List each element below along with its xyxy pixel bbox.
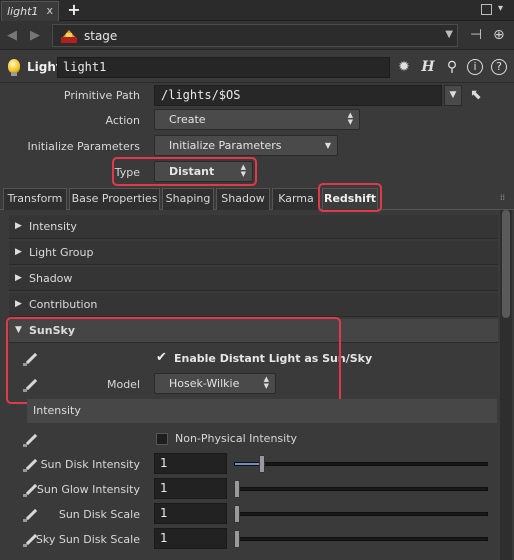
- primitive-path-menu-button[interactable]: ▼: [444, 85, 462, 106]
- intensity-subheader: Intensity: [27, 399, 497, 423]
- tab-shaping[interactable]: Shaping: [162, 188, 214, 210]
- primitive-path-label: Primitive Path: [63, 89, 140, 102]
- non-physical-label: Non-Physical Intensity: [175, 432, 298, 445]
- slider-label: Sun Disk Intensity: [40, 458, 140, 471]
- slider-track[interactable]: [234, 487, 488, 491]
- light-bulb-icon: [8, 59, 20, 76]
- folder-shadow[interactable]: ▶ Shadow: [9, 267, 498, 291]
- enable-sunsky-label: Enable Distant Light as Sun/Sky: [174, 352, 373, 365]
- tab-redshift[interactable]: Redshift: [322, 188, 378, 210]
- expand-icon: ▶: [15, 299, 22, 309]
- gear-icon[interactable]: ✹: [394, 57, 414, 77]
- network-path-field[interactable]: stage ▼: [52, 24, 458, 47]
- tab-karma[interactable]: Karma: [272, 188, 320, 210]
- folder-sunsky[interactable]: ▼ SunSky: [9, 319, 498, 343]
- pin-icon[interactable]: ⊣: [470, 27, 482, 43]
- updown-icon: ▲ ▼: [240, 163, 246, 178]
- chevron-down-icon: ▼: [324, 141, 331, 150]
- non-physical-checkbox[interactable]: [156, 433, 168, 445]
- slider-label: Sun Glow Intensity: [36, 483, 140, 496]
- scrollbar[interactable]: [500, 210, 512, 560]
- tab-light1[interactable]: light1 x: [1, 1, 59, 21]
- expand-icon: ▶: [15, 247, 22, 257]
- init-params-label: Initialize Parameters: [27, 140, 141, 153]
- init-params-value: Initialize Parameters: [169, 139, 282, 152]
- property-tabs: Transform Base Properties Shaping Shadow…: [0, 187, 514, 210]
- expand-icon: ▶: [15, 273, 22, 283]
- slider-track[interactable]: [234, 537, 488, 541]
- path-bar: ◀ ▶ stage ▼ ⊣ ⊕: [0, 21, 514, 50]
- tab-base-properties[interactable]: Base Properties: [69, 188, 160, 210]
- pencil-icon[interactable]: [22, 432, 40, 448]
- slider-value-field[interactable]: 1: [154, 478, 227, 499]
- slider-handle[interactable]: [234, 505, 240, 523]
- add-tab-button[interactable]: +: [66, 1, 82, 19]
- slider-value-field[interactable]: 1: [154, 453, 227, 474]
- path-context-label: stage: [84, 28, 118, 43]
- grip-icon[interactable]: ⁞⁞: [500, 193, 505, 202]
- updown-icon: ▲ ▼: [347, 111, 353, 126]
- collapse-icon: ▼: [15, 325, 22, 335]
- slider-label: Sun Disk Scale: [58, 508, 140, 521]
- back-arrow-icon[interactable]: ◀: [7, 28, 17, 43]
- help-icon[interactable]: ?: [491, 59, 507, 75]
- init-params-dropdown[interactable]: Initialize Parameters ▼: [154, 135, 338, 156]
- folder-intensity[interactable]: ▶ Intensity: [9, 215, 498, 239]
- divider: [0, 82, 514, 83]
- node-header: Light light1 ✹ H ⚲ i ?: [0, 56, 514, 80]
- folder-light-group[interactable]: ▶ Light Group: [9, 241, 498, 265]
- folder-label: Light Group: [29, 246, 94, 259]
- node-name-field[interactable]: light1: [57, 57, 390, 78]
- action-label: Action: [105, 114, 140, 127]
- action-value: Create: [169, 113, 206, 126]
- type-label: Type: [114, 166, 140, 179]
- close-tab-icon[interactable]: x: [46, 4, 53, 17]
- expand-icon: ▶: [15, 221, 22, 231]
- slider-track[interactable]: [234, 462, 488, 466]
- stage-icon: [60, 28, 78, 44]
- primitive-path-field[interactable]: /lights/$OS: [154, 85, 442, 106]
- slider-handle[interactable]: [234, 480, 240, 498]
- tab-transform[interactable]: Transform: [3, 188, 67, 210]
- path-dropdown-icon[interactable]: ▼: [445, 29, 453, 40]
- tab-shadow[interactable]: Shadow: [216, 188, 270, 210]
- type-dropdown[interactable]: Distant ▲ ▼: [154, 161, 253, 182]
- folder-contribution[interactable]: ▶ Contribution: [9, 293, 498, 317]
- enable-sunsky-checkbox[interactable]: ✔: [156, 350, 167, 365]
- slider-value-field[interactable]: 1: [154, 528, 227, 549]
- select-arrow-icon[interactable]: ⬉: [470, 87, 482, 103]
- model-label: Model: [106, 378, 140, 391]
- model-dropdown[interactable]: Hosek-Wilkie ▲ ▼: [154, 373, 276, 394]
- tab-label: light1: [7, 5, 39, 18]
- info-icon[interactable]: i: [467, 59, 483, 75]
- slider-handle[interactable]: [259, 455, 266, 473]
- window-tab-bar: light1 x + ▾: [0, 0, 514, 21]
- slider-label: Sky Sun Disk Scale: [35, 533, 140, 546]
- type-value: Distant: [169, 165, 215, 178]
- maximize-icon[interactable]: [481, 4, 492, 15]
- scrollbar-thumb[interactable]: [502, 210, 510, 318]
- folder-label: SunSky: [29, 324, 75, 337]
- slider-fill: [235, 463, 261, 465]
- slider-track[interactable]: [234, 512, 488, 516]
- forward-arrow-icon[interactable]: ▶: [30, 28, 40, 43]
- search-icon[interactable]: ⚲: [442, 57, 462, 77]
- folder-label: Intensity: [29, 220, 77, 233]
- slider-handle[interactable]: [234, 530, 240, 548]
- folder-label: Contribution: [29, 298, 98, 311]
- link-icon[interactable]: ⊕: [493, 27, 505, 43]
- updown-icon: ▲ ▼: [263, 375, 269, 390]
- folder-label: Shadow: [29, 272, 73, 285]
- action-dropdown[interactable]: Create ▲ ▼: [154, 109, 360, 130]
- pencil-icon[interactable]: [22, 351, 40, 367]
- slider-value-field[interactable]: 1: [154, 503, 227, 524]
- houdini-h-icon[interactable]: H: [418, 57, 438, 77]
- pane-menu-icon[interactable]: ▾: [498, 3, 509, 14]
- model-value: Hosek-Wilkie: [169, 377, 240, 390]
